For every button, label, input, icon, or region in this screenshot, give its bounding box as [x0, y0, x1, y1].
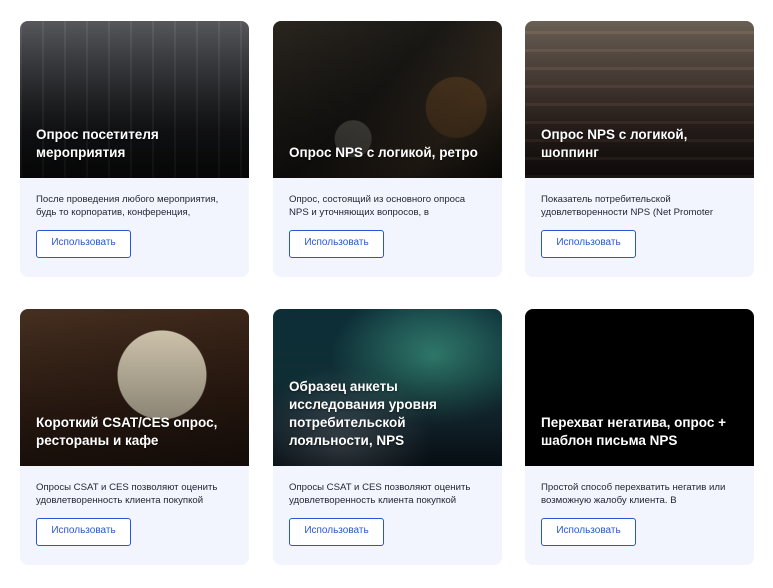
card-description: Опросы CSAT и CES позволяют оценить удов…	[36, 482, 218, 506]
card-description: Опросы CSAT и CES позволяют оценить удов…	[289, 482, 471, 506]
card-image-black: Перехват негатива, опрос + шаблон письма…	[525, 309, 754, 466]
card-title: Перехват негатива, опрос + шаблон письма…	[541, 415, 726, 448]
template-card-csat-ces-restaurants: Короткий CSAT/CES опрос, рестораны и каф…	[20, 309, 249, 565]
card-description: Показатель потребительской удовлетворенн…	[541, 194, 714, 218]
use-template-button[interactable]: Использовать	[541, 518, 636, 546]
card-description: Опрос, состоящий из основного опроса NPS…	[289, 194, 466, 218]
use-template-button[interactable]: Использовать	[289, 230, 384, 258]
card-image-retro-bicycle: Опрос NPS с логикой, ретро	[273, 21, 502, 178]
card-body: Опросы CSAT и CES позволяют оценить удов…	[20, 466, 249, 546]
card-image-shopping-mall: Опрос NPS с логикой, шоппинг	[525, 21, 754, 178]
card-body: Простой способ перехватить негатив или в…	[525, 466, 754, 546]
template-card-nps-shopping: Опрос NPS с логикой, шоппинг Показатель …	[525, 21, 754, 277]
card-description: Простой способ перехватить негатив или в…	[541, 482, 726, 506]
card-title: Образец анкеты исследования уровня потре…	[289, 379, 437, 448]
card-body: Опросы CSAT и CES позволяют оценить удов…	[273, 466, 502, 546]
card-title: Опрос NPS с логикой, шоппинг	[541, 127, 688, 160]
card-title: Опрос NPS с логикой, ретро	[289, 145, 478, 160]
template-card-event-visitor-survey: Опрос посетителя мероприятия После прове…	[20, 21, 249, 277]
card-image-conference-hall: Опрос посетителя мероприятия	[20, 21, 249, 178]
template-grid: Опрос посетителя мероприятия После прове…	[0, 0, 773, 588]
use-template-button[interactable]: Использовать	[541, 230, 636, 258]
card-image-breakfast-plate: Короткий CSAT/CES опрос, рестораны и каф…	[20, 309, 249, 466]
card-description: После проведения любого мероприятия, буд…	[36, 194, 219, 218]
card-body: После проведения любого мероприятия, буд…	[20, 178, 249, 258]
use-template-button[interactable]: Использовать	[36, 518, 131, 546]
template-card-negative-intercept-nps: Перехват негатива, опрос + шаблон письма…	[525, 309, 754, 565]
template-card-loyalty-nps-questionnaire: Образец анкеты исследования уровня потре…	[273, 309, 502, 565]
use-template-button[interactable]: Использовать	[36, 230, 131, 258]
card-body: Опрос, состоящий из основного опроса NPS…	[273, 178, 502, 258]
template-card-nps-retro: Опрос NPS с логикой, ретро Опрос, состоя…	[273, 21, 502, 277]
card-body: Показатель потребительской удовлетворенн…	[525, 178, 754, 258]
card-title: Опрос посетителя мероприятия	[36, 127, 159, 160]
use-template-button[interactable]: Использовать	[289, 518, 384, 546]
card-title: Короткий CSAT/CES опрос, рестораны и каф…	[36, 415, 218, 448]
card-image-northern-lights: Образец анкеты исследования уровня потре…	[273, 309, 502, 466]
